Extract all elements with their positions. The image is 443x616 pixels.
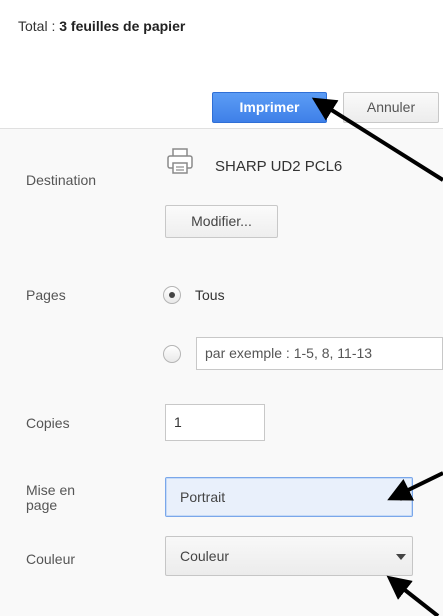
layout-select-value: Portrait — [180, 489, 226, 505]
pages-custom-radio[interactable] — [163, 345, 181, 363]
cancel-button[interactable]: Annuler — [343, 92, 439, 123]
print-button[interactable]: Imprimer — [212, 92, 327, 123]
color-label: Couleur — [26, 551, 76, 567]
total-label: Total : — [18, 18, 56, 34]
pages-label: Pages — [26, 287, 66, 303]
pages-custom-input[interactable]: par exemple : 1-5, 8, 11-13 — [196, 337, 443, 370]
layout-label-line2: page — [26, 497, 58, 513]
printer-name: SHARP UD2 PCL6 — [215, 158, 343, 175]
print-header: Total : 3 feuilles de papier Imprimer An… — [0, 0, 443, 128]
pages-all-label: Tous — [195, 287, 225, 303]
destination-label: Destination — [26, 172, 97, 188]
color-select[interactable]: Couleur — [165, 536, 413, 576]
copies-input[interactable]: 1 — [165, 404, 265, 441]
layout-label-line1: Mise en — [26, 482, 76, 498]
color-select-value: Couleur — [180, 548, 230, 564]
layout-label: Mise en page — [26, 483, 75, 513]
total-sheets: Total : 3 feuilles de papier — [18, 18, 185, 34]
layout-select[interactable]: Portrait — [165, 477, 413, 517]
copies-label: Copies — [26, 415, 70, 431]
dropdown-arrow-icon — [396, 554, 406, 560]
total-value: 3 feuilles de papier — [59, 18, 186, 34]
pages-all-radio[interactable] — [163, 286, 181, 304]
change-destination-button[interactable]: Modifier... — [165, 205, 278, 238]
printer-icon — [167, 148, 193, 174]
dropdown-arrow-icon — [396, 495, 406, 501]
